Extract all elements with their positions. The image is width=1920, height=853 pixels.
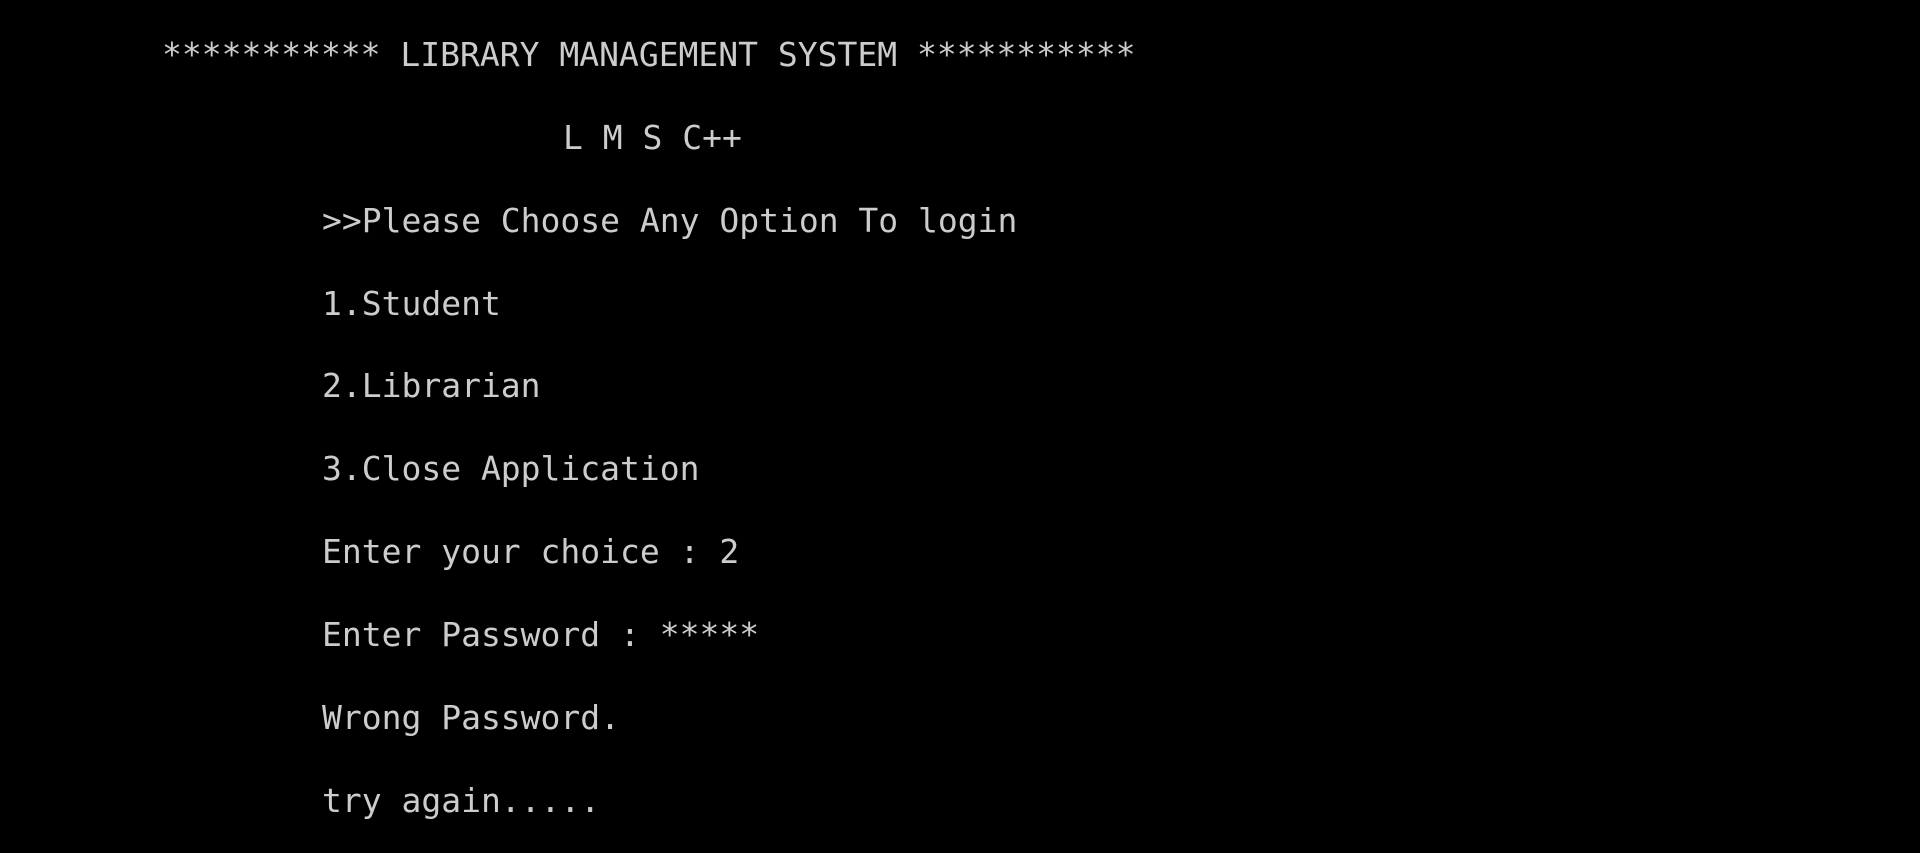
password-input-masked[interactable]: ***** — [660, 615, 759, 654]
menu-option-close-application: 3.Close Application — [322, 449, 700, 488]
choice-input-value[interactable]: 2 — [719, 532, 739, 571]
login-prompt: >>Please Choose Any Option To login — [322, 201, 1018, 240]
menu-option-librarian: 2.Librarian — [322, 366, 541, 405]
password-line: Enter Password : ***** — [322, 615, 759, 655]
choice-label: Enter your choice : — [322, 532, 720, 571]
retry-message: try again..... — [322, 781, 601, 820]
password-label: Enter Password : — [322, 615, 660, 654]
console-window[interactable]: *********** LIBRARY MANAGEMENT SYSTEM **… — [0, 0, 1920, 853]
app-title-banner: *********** LIBRARY MANAGEMENT SYSTEM **… — [162, 35, 1136, 74]
app-subtitle: L M S C++ — [563, 118, 742, 157]
error-message: Wrong Password. — [322, 698, 621, 737]
menu-option-student: 1.Student — [322, 284, 501, 323]
choice-line: Enter your choice : 2 — [322, 532, 739, 572]
